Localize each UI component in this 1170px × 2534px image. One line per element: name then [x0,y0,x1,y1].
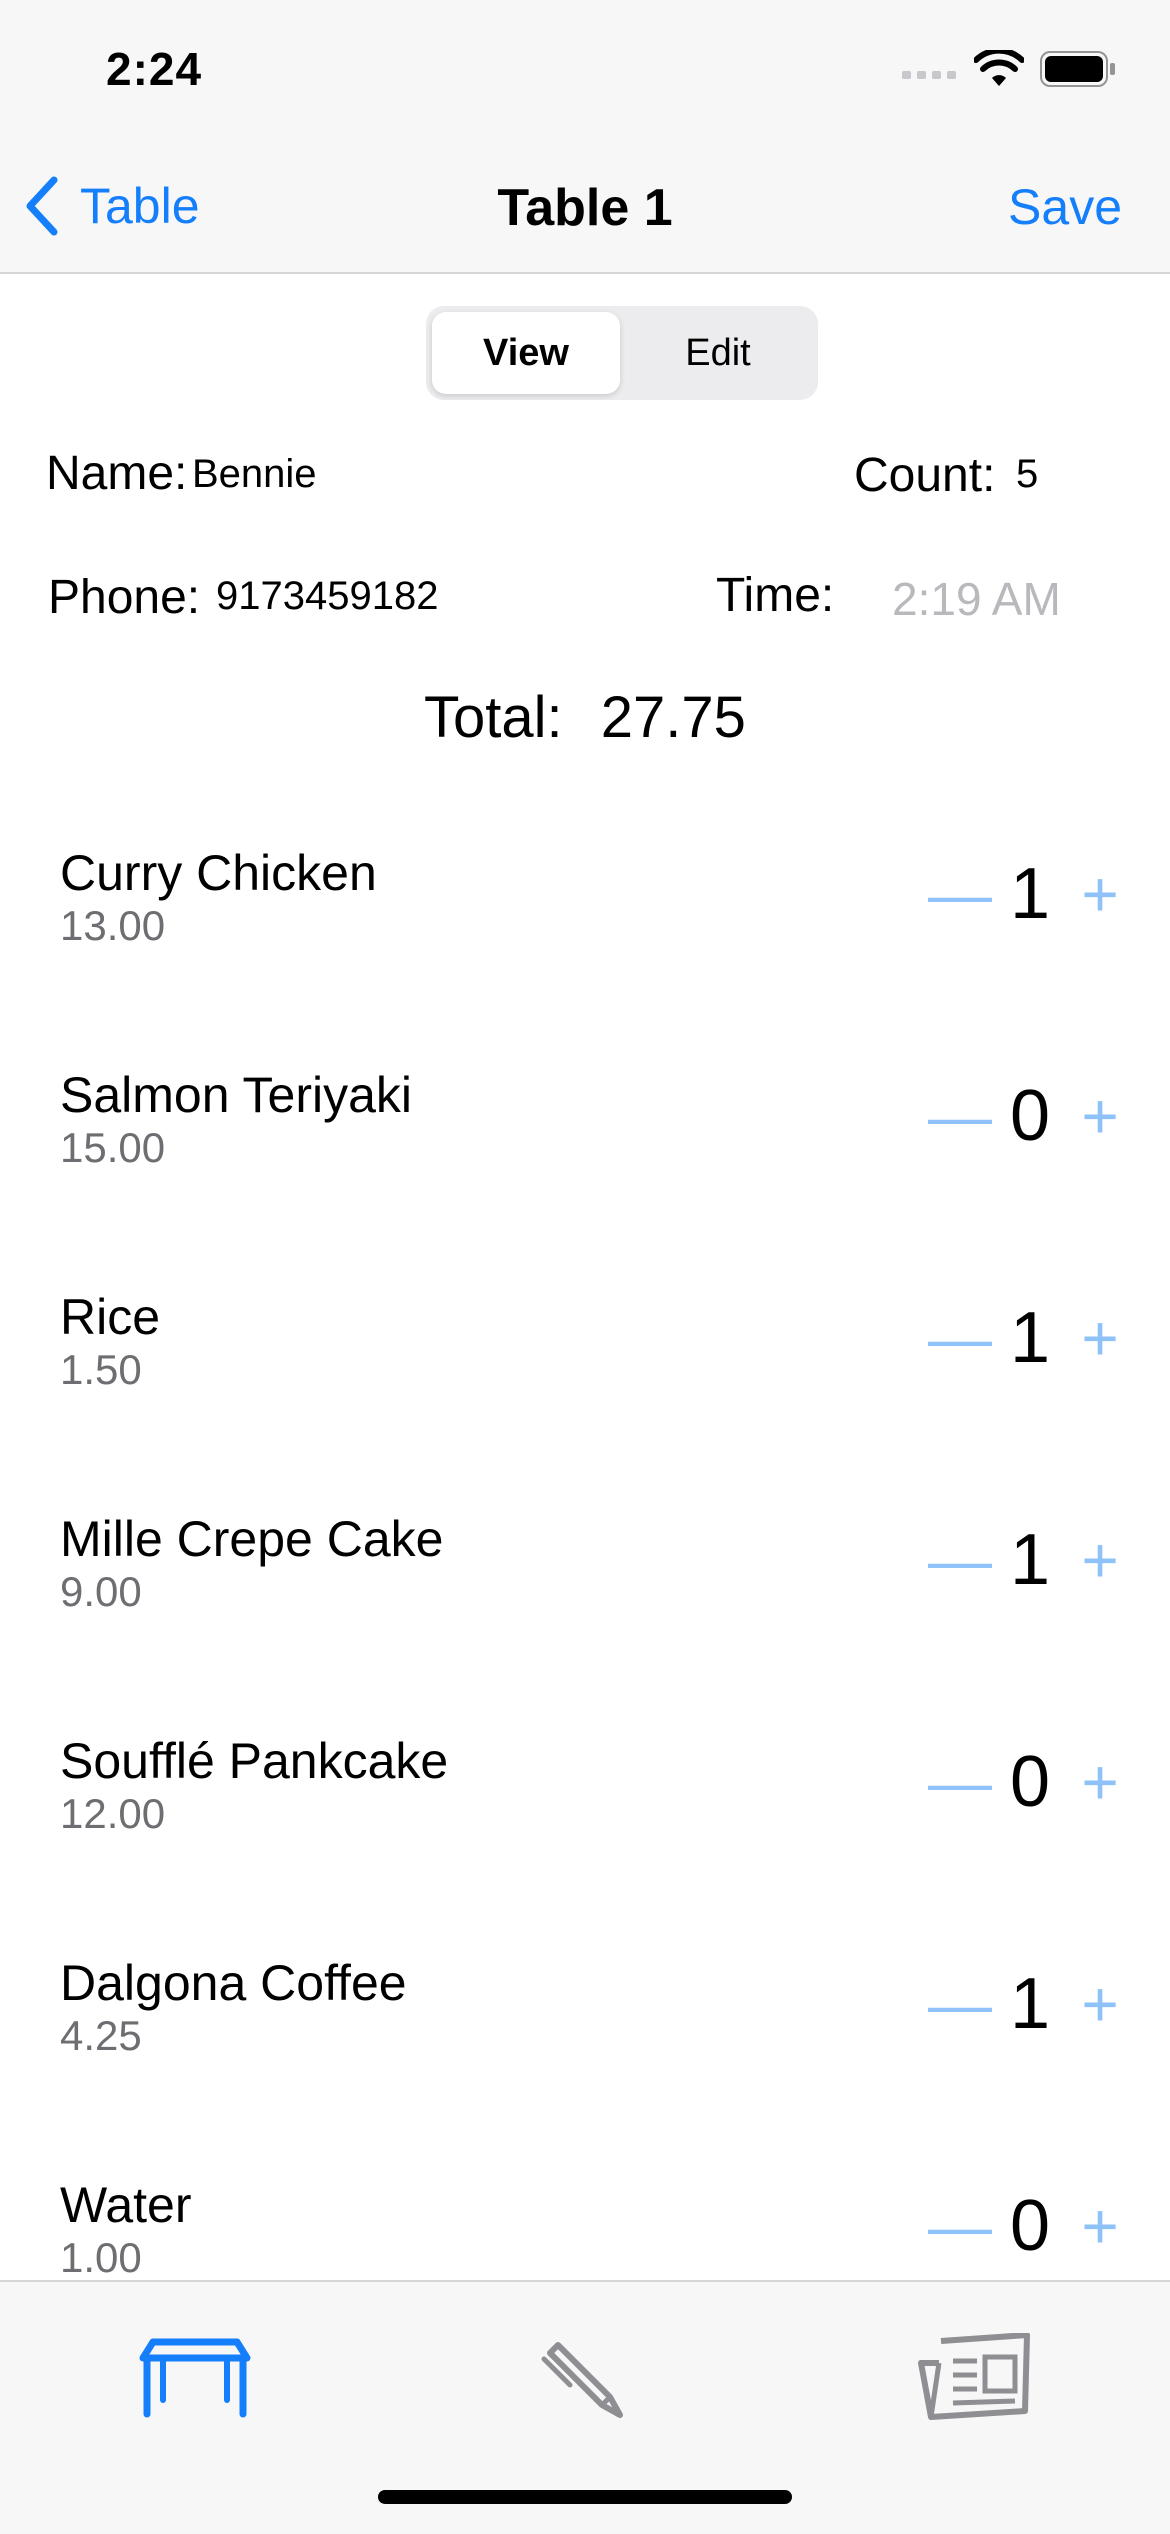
tab-news[interactable] [900,2318,1050,2438]
item-name: Mille Crepe Cake [60,1511,444,1567]
quantity-value: 0 [1009,1076,1051,1156]
segment-view[interactable]: View [432,312,620,394]
battery-icon [1040,51,1115,87]
increment-button[interactable]: + [1060,1528,1140,1592]
quantity-stepper: — 1 + [920,858,1140,930]
item-price: 13.00 [60,902,166,949]
time-field[interactable]: 2:19 AM [892,572,1061,626]
item-price: 9.00 [60,1568,142,1615]
status-time: 2:24 [106,43,203,95]
total-value: 27.75 [600,685,746,750]
count-label: Count: [854,449,996,502]
pencil-icon [541,2342,623,2418]
order-total: Total: 27.75 [0,684,1170,751]
decrement-button[interactable]: — [920,1306,1000,1370]
quantity-value: 0 [1009,1742,1051,1822]
count-field[interactable]: 5 [1016,452,1038,497]
table-icon [139,2338,251,2418]
increment-button[interactable]: + [1060,862,1140,926]
newspaper-icon [918,2333,1030,2420]
quantity-value: 0 [1009,2186,1051,2266]
tab-tables[interactable] [120,2318,270,2438]
item-price: 15.00 [60,1124,166,1171]
time-label: Time: [716,569,835,622]
increment-button[interactable]: + [1060,2194,1140,2258]
increment-button[interactable]: + [1060,1972,1140,2036]
decrement-button[interactable]: — [920,862,1000,926]
increment-button[interactable]: + [1060,1306,1140,1370]
menu-item-list[interactable]: Curry Chicken 13.00 — 1 + Salmon Teriyak… [0,800,1170,2280]
wifi-icon [974,50,1024,86]
tab-edit[interactable] [510,2318,660,2438]
total-label: Total: [424,685,563,750]
phone-field[interactable]: 9173459182 [216,574,438,619]
cellular-signal-icon [902,71,956,79]
list-item: Dalgona Coffee 4.25 — 1 + [0,1910,1170,2132]
item-price: 1.50 [60,1346,142,1393]
item-name: Dalgona Coffee [60,1955,407,2011]
quantity-value: 1 [1009,1520,1051,1600]
list-item: Water 1.00 — 0 + [0,2132,1170,2280]
item-name: Curry Chicken [60,845,377,901]
home-indicator [378,2490,792,2504]
quantity-stepper: — 1 + [920,1524,1140,1596]
save-button[interactable]: Save [1008,178,1122,236]
item-price: 4.25 [60,2012,142,2059]
quantity-value: 1 [1009,1298,1051,1378]
decrement-button[interactable]: — [920,1972,1000,2036]
quantity-stepper: — 0 + [920,1080,1140,1152]
name-label: Name: [46,447,188,500]
status-bar: 2:24 [0,0,1170,140]
item-name: Water [60,2177,192,2233]
segment-edit[interactable]: Edit [624,312,812,394]
item-price: 1.00 [60,2234,142,2280]
phone-label: Phone: [48,571,201,624]
view-edit-segmented-control: View Edit [426,306,818,400]
increment-button[interactable]: + [1060,1750,1140,1814]
quantity-stepper: — 0 + [920,1746,1140,1818]
decrement-button[interactable]: — [920,1528,1000,1592]
list-item: Mille Crepe Cake 9.00 — 1 + [0,1466,1170,1688]
list-item: Rice 1.50 — 1 + [0,1244,1170,1466]
list-item: Salmon Teriyaki 15.00 — 0 + [0,1022,1170,1244]
decrement-button[interactable]: — [920,2194,1000,2258]
quantity-stepper: — 1 + [920,1968,1140,2040]
page-title: Table 1 [497,179,673,237]
navigation-bar: Table Table 1 Save [0,140,1170,274]
quantity-value: 1 [1009,1964,1051,2044]
increment-button[interactable]: + [1060,1084,1140,1148]
status-icons [902,50,1116,88]
item-price: 12.00 [60,1790,166,1837]
list-item: Curry Chicken 13.00 — 1 + [0,800,1170,1022]
quantity-stepper: — 1 + [920,1302,1140,1374]
quantity-stepper: — 0 + [920,2190,1140,2262]
decrement-button[interactable]: — [920,1750,1000,1814]
item-name: Rice [60,1289,161,1345]
decrement-button[interactable]: — [920,1084,1000,1148]
item-name: Soufflé Pankcake [60,1733,449,1789]
list-item: Soufflé Pankcake 12.00 — 0 + [0,1688,1170,1910]
item-name: Salmon Teriyaki [60,1067,413,1123]
quantity-value: 1 [1009,854,1051,934]
name-field[interactable]: Bennie [192,452,317,497]
